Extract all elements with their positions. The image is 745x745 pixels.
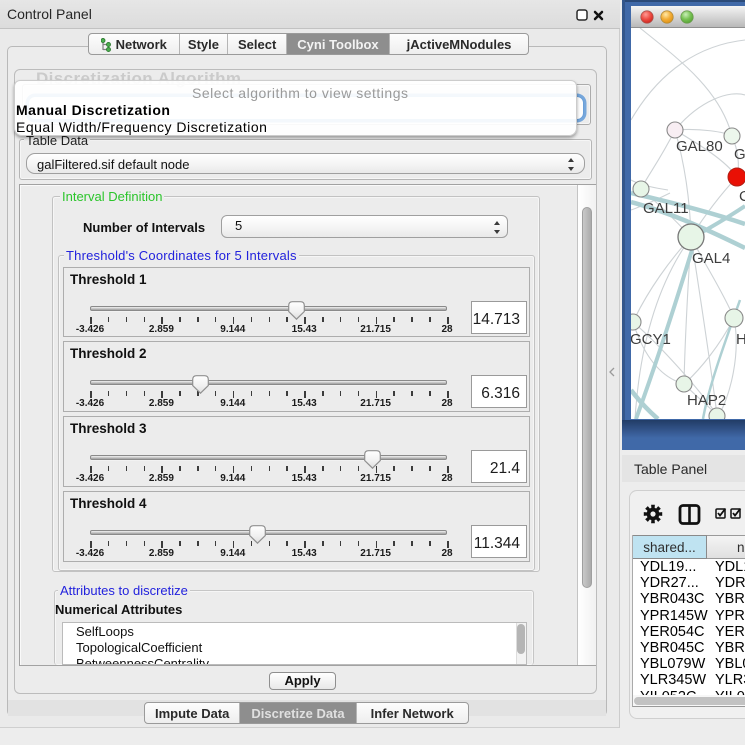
svg-text:GAL80: GAL80 <box>676 138 723 155</box>
svg-text:GCY1: GCY1 <box>631 331 671 348</box>
svg-text:GAL4: GAL4 <box>692 250 730 267</box>
svg-text:HI: HI <box>736 331 745 348</box>
svg-text:HAP2: HAP2 <box>687 392 726 409</box>
svg-text:GAL11: GAL11 <box>643 200 689 217</box>
svg-text:GA: GA <box>734 146 745 163</box>
svg-text:C: C <box>739 188 745 205</box>
